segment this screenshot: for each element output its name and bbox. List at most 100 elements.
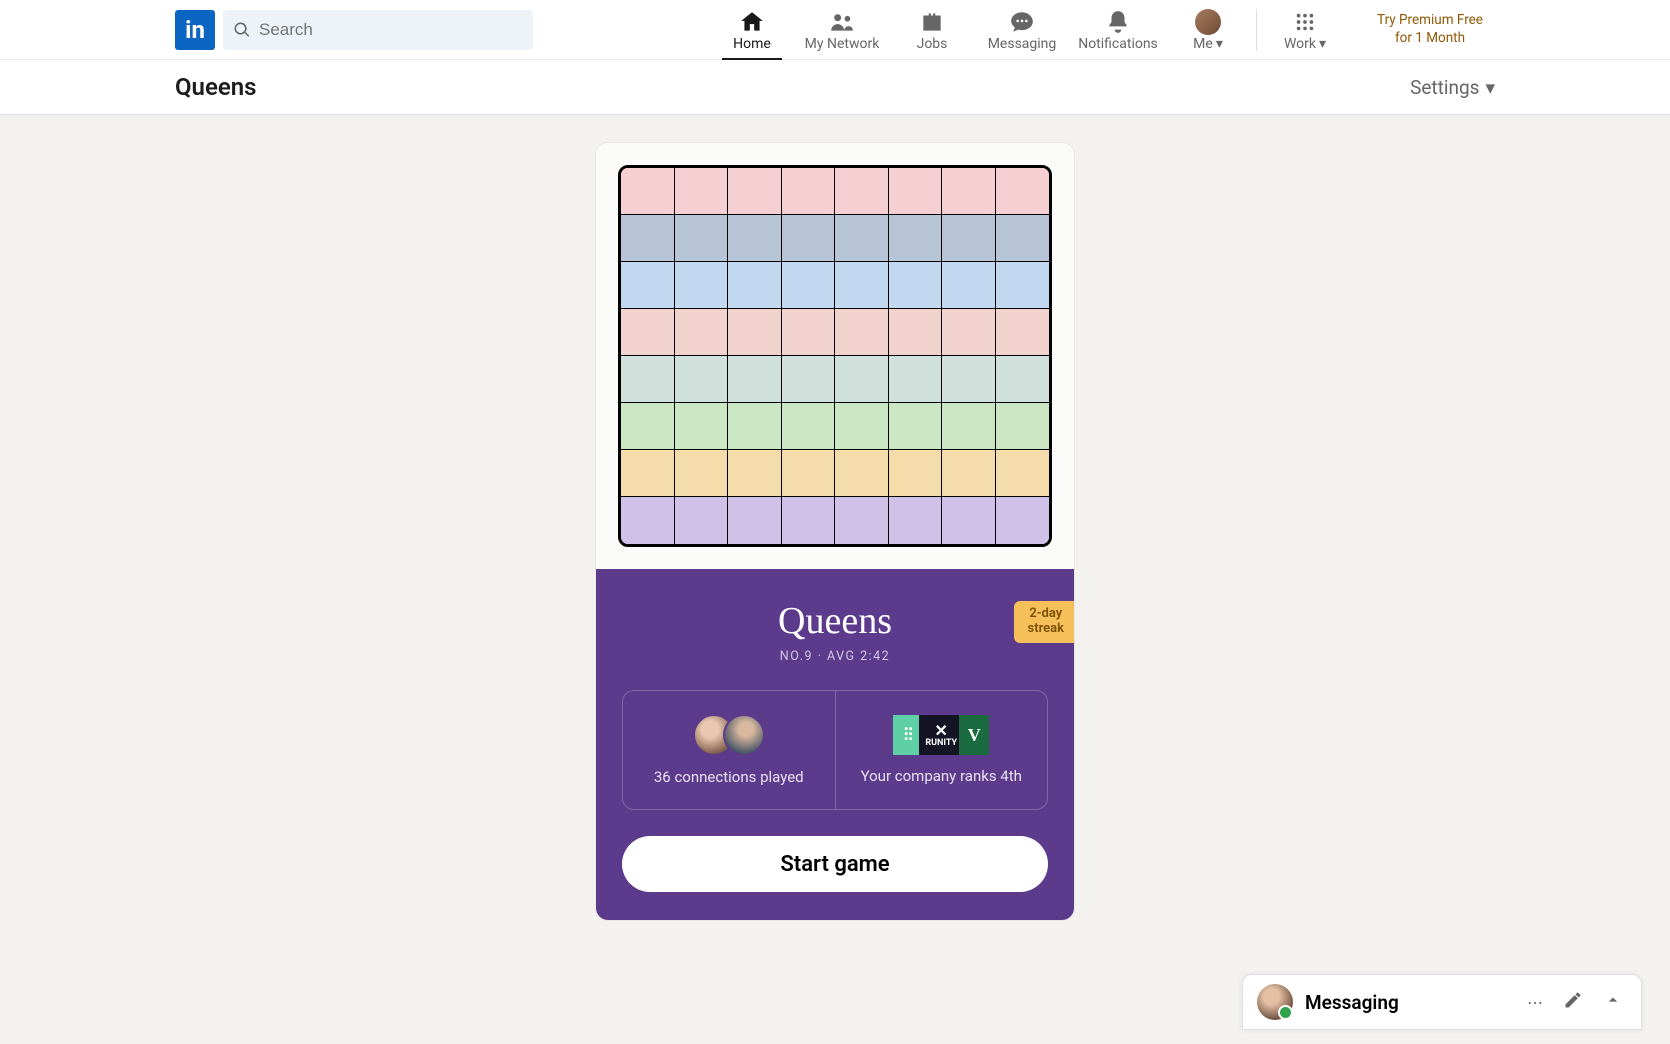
grid-cell[interactable] — [889, 356, 943, 403]
grid-cell[interactable] — [621, 168, 675, 215]
grid-cell[interactable] — [996, 309, 1050, 356]
grid-cell[interactable] — [889, 403, 943, 450]
grid-cell[interactable] — [835, 309, 889, 356]
home-icon — [739, 9, 765, 35]
grid-cell[interactable] — [782, 168, 836, 215]
grid-cell[interactable] — [782, 215, 836, 262]
grid-cell[interactable] — [621, 497, 675, 544]
grid-cell[interactable] — [996, 215, 1050, 262]
grid-cell[interactable] — [675, 497, 729, 544]
grid-cell[interactable] — [835, 403, 889, 450]
grid-cell[interactable] — [782, 356, 836, 403]
chevron-down-icon: ▾ — [1485, 76, 1495, 99]
connections-text: 36 connections played — [654, 768, 804, 786]
more-icon[interactable]: ⋯ — [1523, 989, 1547, 1016]
sub-header: Queens Settings ▾ — [0, 60, 1670, 115]
grid-cell[interactable] — [728, 497, 782, 544]
grid-cell[interactable] — [621, 356, 675, 403]
nav-network[interactable]: My Network — [794, 0, 890, 60]
grid-cell[interactable] — [675, 403, 729, 450]
nav-me-label: Me — [1193, 36, 1213, 52]
grid-cell[interactable] — [889, 450, 943, 497]
stat-connections[interactable]: 36 connections played — [623, 691, 835, 809]
search-box[interactable] — [223, 10, 533, 50]
compose-icon[interactable] — [1559, 986, 1587, 1018]
grid-cell[interactable] — [675, 262, 729, 309]
grid-cell[interactable] — [782, 262, 836, 309]
grid-cell[interactable] — [942, 403, 996, 450]
grid-cell[interactable] — [728, 215, 782, 262]
grid-cell[interactable] — [942, 215, 996, 262]
grid-cell[interactable] — [621, 450, 675, 497]
nav-work[interactable]: Work▾ — [1263, 0, 1347, 60]
nav-messaging[interactable]: Messaging — [974, 0, 1070, 60]
grid-cell[interactable] — [728, 262, 782, 309]
grid-cell[interactable] — [675, 309, 729, 356]
grid-cell[interactable] — [889, 215, 943, 262]
nav-divider — [1256, 9, 1257, 51]
grid-cell[interactable] — [835, 450, 889, 497]
grid-cell[interactable] — [996, 168, 1050, 215]
grid-cell[interactable] — [835, 215, 889, 262]
start-game-button[interactable]: Start game — [622, 836, 1048, 892]
page-title: Queens — [175, 73, 257, 101]
stat-company[interactable]: ⫶⫶ RUNITY V Your company ranks 4th — [835, 691, 1048, 809]
settings-button[interactable]: Settings ▾ — [1410, 76, 1495, 99]
grid-icon — [1294, 11, 1316, 33]
nav-me[interactable]: Me▾ — [1166, 0, 1250, 60]
game-stage: 2-day streak Queens NO.9 · AVG 2:42 36 c… — [0, 115, 1670, 920]
game-grid[interactable] — [618, 165, 1052, 547]
grid-cell[interactable] — [996, 262, 1050, 309]
grid-cell[interactable] — [675, 215, 729, 262]
nav-jobs-label: Jobs — [917, 36, 948, 52]
grid-cell[interactable] — [621, 215, 675, 262]
grid-cell[interactable] — [942, 262, 996, 309]
grid-cell[interactable] — [942, 309, 996, 356]
grid-cell[interactable] — [782, 403, 836, 450]
grid-cell[interactable] — [835, 356, 889, 403]
chat-icon — [1009, 9, 1035, 35]
grid-cell[interactable] — [675, 168, 729, 215]
grid-cell[interactable] — [942, 356, 996, 403]
grid-cell[interactable] — [996, 356, 1050, 403]
grid-cell[interactable] — [835, 168, 889, 215]
grid-cell[interactable] — [889, 262, 943, 309]
nav-messaging-label: Messaging — [988, 36, 1057, 52]
grid-cell[interactable] — [889, 309, 943, 356]
grid-cell[interactable] — [782, 450, 836, 497]
grid-cell[interactable] — [782, 497, 836, 544]
grid-cell[interactable] — [728, 356, 782, 403]
grid-wrap — [596, 143, 1074, 569]
grid-cell[interactable] — [835, 497, 889, 544]
grid-cell[interactable] — [675, 356, 729, 403]
grid-cell[interactable] — [996, 497, 1050, 544]
grid-cell[interactable] — [621, 262, 675, 309]
nav-home[interactable]: Home — [710, 0, 794, 60]
grid-cell[interactable] — [835, 262, 889, 309]
nav-jobs[interactable]: Jobs — [890, 0, 974, 60]
grid-cell[interactable] — [728, 403, 782, 450]
grid-cell[interactable] — [942, 168, 996, 215]
premium-cta[interactable]: Try Premium Free for 1 Month — [1360, 0, 1500, 60]
grid-cell[interactable] — [621, 309, 675, 356]
grid-cell[interactable] — [889, 168, 943, 215]
grid-cell[interactable] — [996, 403, 1050, 450]
game-subline: NO.9 · AVG 2:42 — [612, 649, 1058, 664]
grid-cell[interactable] — [889, 497, 943, 544]
nav-notifications[interactable]: Notifications — [1070, 0, 1166, 60]
linkedin-logo[interactable]: in — [175, 10, 215, 50]
grid-cell[interactable] — [621, 403, 675, 450]
grid-cell[interactable] — [996, 450, 1050, 497]
nav-network-label: My Network — [805, 36, 880, 52]
grid-cell[interactable] — [942, 450, 996, 497]
grid-cell[interactable] — [728, 450, 782, 497]
grid-cell[interactable] — [728, 168, 782, 215]
messaging-dock[interactable]: Messaging ⋯ — [1242, 974, 1642, 1030]
chevron-up-icon[interactable] — [1599, 986, 1627, 1018]
premium-line2: for 1 Month — [1360, 30, 1500, 48]
grid-cell[interactable] — [782, 309, 836, 356]
search-input[interactable] — [259, 20, 523, 40]
grid-cell[interactable] — [675, 450, 729, 497]
grid-cell[interactable] — [942, 497, 996, 544]
grid-cell[interactable] — [728, 309, 782, 356]
